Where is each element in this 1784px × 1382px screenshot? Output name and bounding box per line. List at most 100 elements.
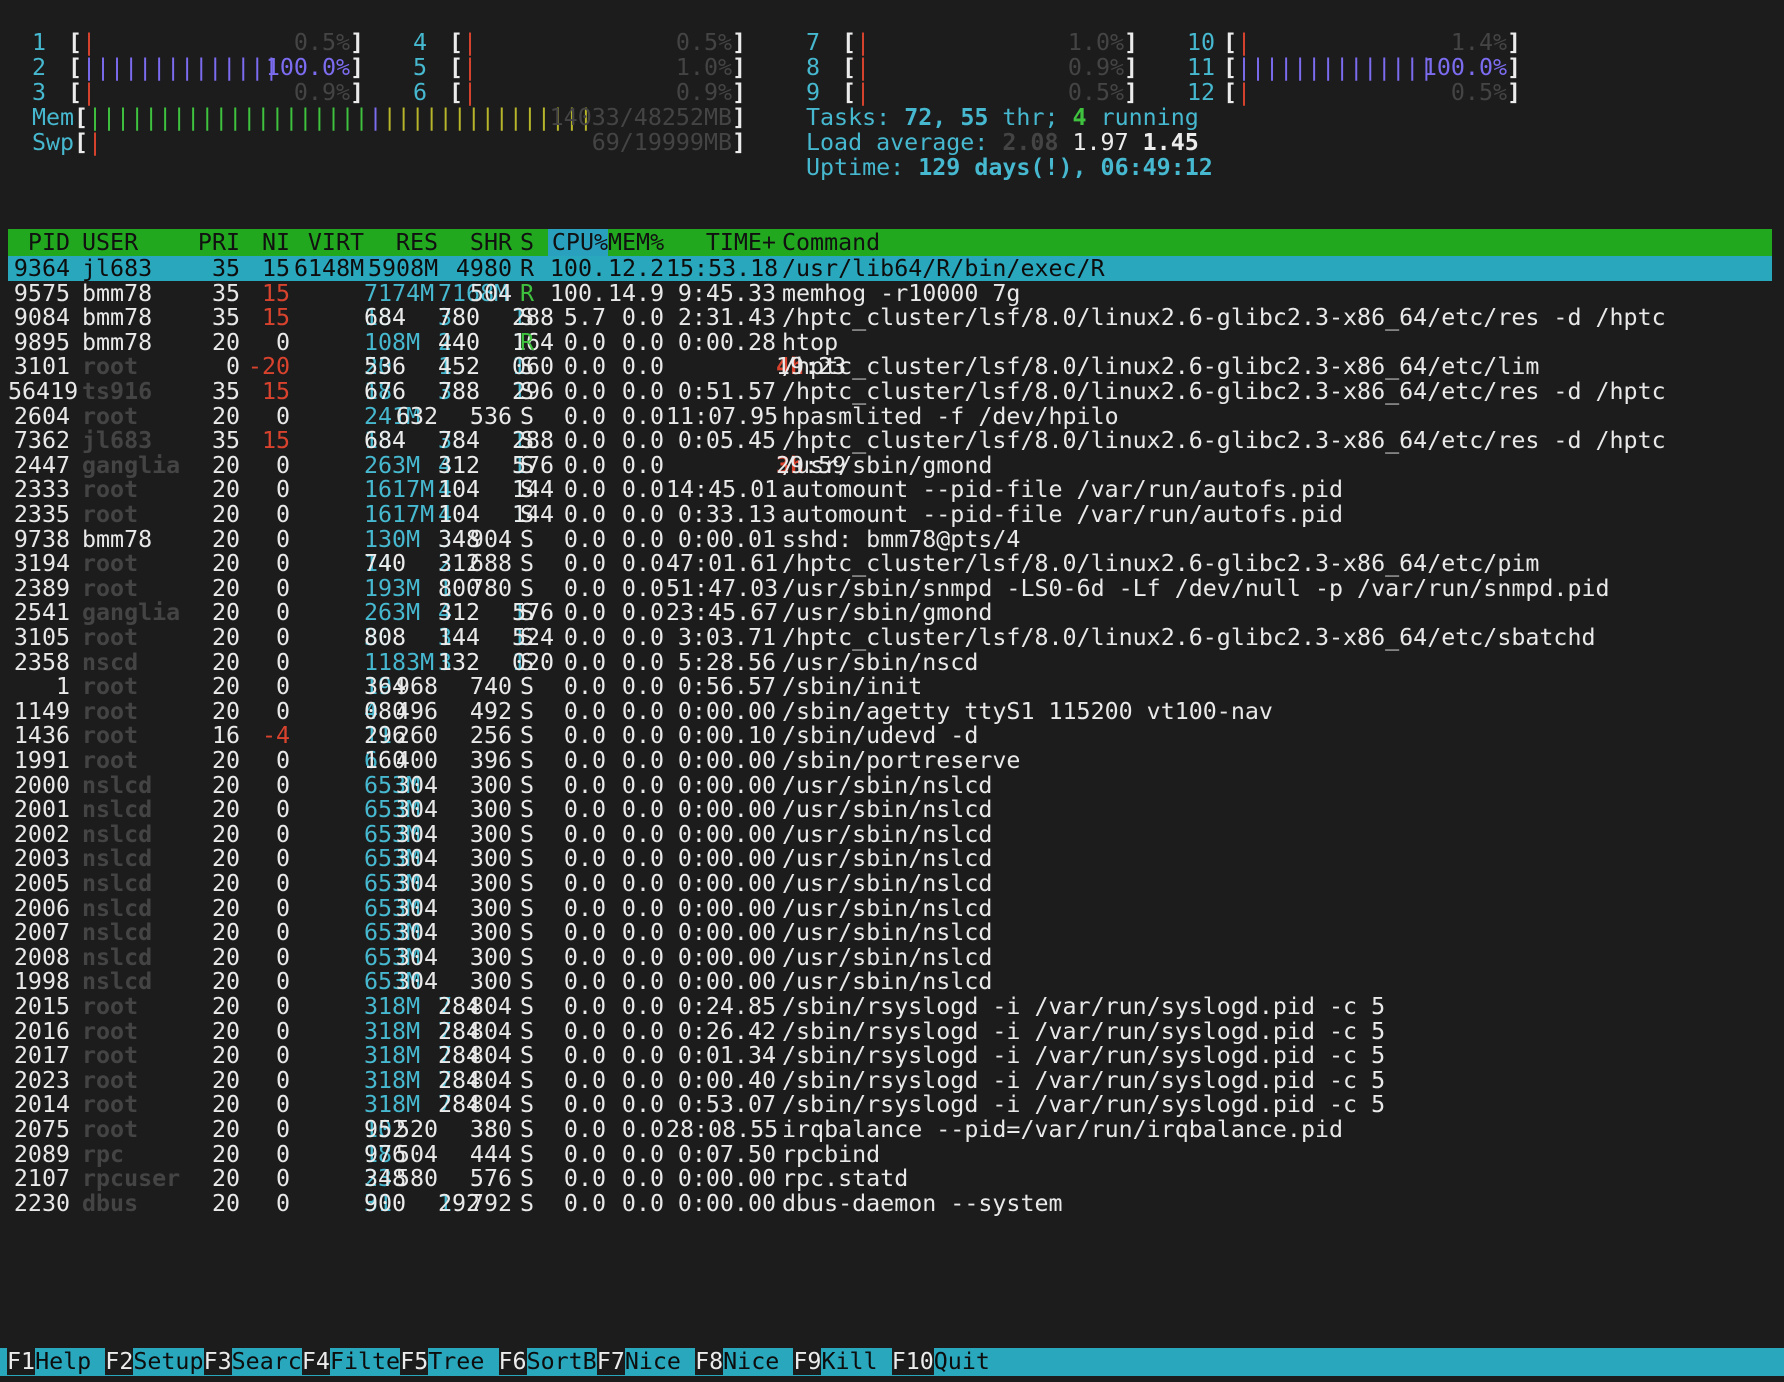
column-command[interactable]: Command <box>782 229 1772 256</box>
fkey-f7[interactable]: F7Nice - <box>596 1348 709 1376</box>
pid-cell: 2541 <box>13 599 70 627</box>
process-row[interactable]: 2017 root 20 0 318M 7 284 804 S 0.0 0.0 0:01.34/sbi… <box>8 1043 1772 1068</box>
process-row[interactable]: 2075 root 20 0 10 952 520 380 S 0.0 0.0 28:08.55 irq… <box>8 1117 1772 1142</box>
pri-cell: 20 <box>211 1140 240 1168</box>
mem-value-mb: 1617M <box>364 476 435 504</box>
cpu-id: 5 <box>413 54 428 81</box>
process-row[interactable]: 1998 nslcd 20 0 653M 304 300 S 0.0 0.0 0:00.00/usr… <box>8 969 1772 994</box>
fkey-f3[interactable]: F3Search <box>203 1348 316 1376</box>
uptime-info: Uptime: 129 days(!), 06:49:12 <box>806 154 1213 182</box>
fkey-f9[interactable]: F9Kill <box>793 1348 905 1376</box>
process-row[interactable]: 3105 root 20 0 30 808 3 144 1 524 S 0.0 0.0 3:03.71/h… <box>8 625 1772 650</box>
res-cell: 632 <box>395 402 438 430</box>
virt-cell: 6148M <box>294 255 365 282</box>
shr-cell: 804 <box>469 1091 512 1119</box>
column-shr[interactable]: SHR <box>442 229 512 256</box>
process-row[interactable]: 2604 root 20 0 241M 632 536 S 0.0 0.0 11:07.95 hpas… <box>8 404 1772 429</box>
process-row[interactable]: 2006 nslcd 20 0 653M 304 300 S 0.0 0.0 0:00.00/usr… <box>8 896 1772 921</box>
pid-cell: 9364 <box>13 255 70 282</box>
fkey-f10[interactable]: F10Quit <box>891 1348 1018 1376</box>
process-row[interactable]: 2447 ganglia 20 0 263M 4 312 1 576 S 0.0 0.0 3h 29:59… <box>8 453 1772 478</box>
cpu-meter-11: 11 [|||||||||||||| 100.0%] <box>1187 54 1521 82</box>
process-row[interactable]: 2389 root 20 0 193M 1 800 780 S 0.0 0.0 51:47.03/us… <box>8 576 1772 601</box>
command-cell: /hptc_cluster/lsf/8.0/linux2.6-glibc2.3-… <box>782 378 1666 405</box>
process-row[interactable]: 2335 root 20 0 1617M 4 104 1 144 S 0.0 0.0 0:33.13 au… <box>8 502 1772 527</box>
process-row[interactable]: 2089 rpc 20 0 18 976 504 444 S 0.0 0.0 0:07.50 rpcbi… <box>8 1142 1772 1167</box>
fkey-f2[interactable]: F2Setup <box>105 1348 217 1376</box>
fkey-f4[interactable]: F4Filter <box>301 1348 414 1376</box>
process-row[interactable]: 9364 jl683 35 15 6148M 5908M 4980 R 100. 12.2 15:5… <box>8 256 1772 281</box>
process-row[interactable]: 2230 dbus 20 0 31 900 1 292 792 S 0.0 0.0 0:00.00 dbu… <box>8 1191 1772 1216</box>
command-cell: /usr/sbin/gmond <box>782 599 993 627</box>
shr-cell: 300 <box>469 796 512 824</box>
mem-cell: 0.0 <box>621 574 664 602</box>
column-ni[interactable]: NI <box>244 229 290 256</box>
process-row[interactable]: 2541 ganglia 20 0 263M 4 312 1 576 S 0.0 0.0 23:45.6… <box>8 600 1772 625</box>
fkey-f6[interactable]: F6SortBy <box>498 1348 611 1376</box>
process-row[interactable]: 2003 nslcd 20 0 653M 304 300 S 0.0 0.0 0:00.00/usr… <box>8 846 1772 871</box>
process-row[interactable]: 3194 root 20 0 14 740 2 312 688 S 0.0 0.0 47:01.61/h… <box>8 551 1772 576</box>
process-row[interactable]: 1 root 20 0 19 364 968 740 S 0.0 0.0 0:56.57/sbin/i… <box>8 674 1772 699</box>
state-cell: S <box>520 673 535 701</box>
process-row[interactable]: 9084 bmm78 35 15 18 684 3 780 1 288 S 5.7 0.0 2:31.43… <box>8 305 1772 330</box>
ni-cell: 15 <box>261 255 290 282</box>
pid-cell: 2075 <box>13 1116 70 1143</box>
process-row[interactable]: 1149 root 20 0 4 080 496 492 S 0.0 0.0 0:00.00/sbin… <box>8 699 1772 724</box>
ni-cell: 0 <box>275 747 290 774</box>
ni-cell: 15 <box>261 279 290 307</box>
fkey-key: F1 <box>7 1348 36 1375</box>
process-row[interactable]: 2016 root 20 0 318M 7 284 804 S 0.0 0.0 0:26.42/sbi… <box>8 1019 1772 1044</box>
command-cell: /sbin/udevd -d <box>782 722 979 750</box>
process-row[interactable]: 56419 ts916 35 15 18 676 3 788 1 296 S 0.0 0.0 0:51.5… <box>8 379 1772 404</box>
cpu-cell: 0.0 <box>563 894 606 922</box>
process-row[interactable]: 2107 rpcuser 20 0 23 348 580 576 S 0.0 0.0 0:00.00 r… <box>8 1166 1772 1191</box>
process-row[interactable]: 1991 root 20 0 6 160 400 396 S 0.0 0.0 0:00.00/sbin… <box>8 748 1772 773</box>
column-s[interactable]: S <box>520 229 540 256</box>
process-row[interactable]: 2333 root 20 0 1617M 4 104 1 144 S 0.0 0.0 14:45.01 a… <box>8 477 1772 502</box>
process-row[interactable]: 2007 nslcd 20 0 653M 304 300 S 0.0 0.0 0:00.00/usr… <box>8 920 1772 945</box>
pri-cell: 20 <box>211 1189 240 1217</box>
process-row[interactable]: 2005 nslcd 20 0 653M 304 300 S 0.0 0.0 0:00.00/usr… <box>8 871 1772 896</box>
fkey-f1[interactable]: F1Help <box>7 1348 119 1376</box>
mem-cell: 0.0 <box>621 501 664 528</box>
process-row[interactable]: 2358 nscd 20 0 1183M 3 132 1 020 S 0.0 0.0 5:28.56/u… <box>8 650 1772 675</box>
pri-cell: 35 <box>211 255 240 282</box>
column-virt[interactable]: VIRT <box>294 229 364 256</box>
column-res[interactable]: RES <box>368 229 438 256</box>
process-row[interactable]: 7362 jl683 35 15 18 684 3 784 1 288 S 0.0 0.0 0:05.45… <box>8 428 1772 453</box>
process-row[interactable]: 2015 root 20 0 318M 7 284 804 S 0.0 0.0 0:24.85/sbi… <box>8 994 1772 1019</box>
load-15: 1.45 <box>1128 129 1199 156</box>
pid-cell: 2333 <box>13 476 70 504</box>
meter-bracket: ] <box>1506 54 1521 81</box>
mem-value-units: 440 <box>438 328 481 356</box>
meter-bracket: ] <box>731 104 746 131</box>
process-row[interactable]: 9738 bmm78 20 0 130M 3 348 904 S 0.0 0.0 0:00.01 ssh… <box>8 527 1772 552</box>
ni-cell: 0 <box>275 845 290 873</box>
column-time[interactable]: TIME+ <box>666 229 776 256</box>
meter-bracket: [ <box>54 29 83 56</box>
mem-cell: 0.0 <box>621 1017 664 1045</box>
ni-cell: 0 <box>275 574 290 602</box>
process-row[interactable]: 2001 nslcd 20 0 653M 304 300 S 0.0 0.0 0:00.00/usr… <box>8 797 1772 822</box>
column-mem[interactable]: MEM% <box>608 229 664 256</box>
column-pid[interactable]: PID <box>8 229 70 256</box>
process-row[interactable]: 9575 bmm78 35 15 7174M 7168M 504 R 100. 14.9 9:45.… <box>8 281 1772 306</box>
time-cell: 0:00.00 <box>677 894 776 922</box>
process-row[interactable]: 2008 nslcd 20 0 653M 304 300 S 0.0 0.0 0:00.00/usr… <box>8 945 1772 970</box>
process-row[interactable]: 2002 nslcd 20 0 653M 304 300 S 0.0 0.0 0:00.00/usr… <box>8 822 1772 847</box>
column-cpu[interactable]: CPU% <box>548 229 608 256</box>
column-user[interactable]: USER <box>82 229 202 256</box>
process-row[interactable]: 1436 root 16 -4 11 296 260 256 S 0.0 0.0 0:00.10/sb… <box>8 723 1772 748</box>
fkey-f5[interactable]: F5Tree <box>400 1348 512 1376</box>
process-row[interactable]: 2014 root 20 0 318M 7 284 804 S 0.0 0.0 0:53.07/sbi… <box>8 1092 1772 1117</box>
time-cell: 23:45.67 <box>666 599 779 627</box>
fkey-key: F2 <box>105 1348 134 1375</box>
process-row[interactable]: 3101 root 0 -20 20 536 1 452 1 060 S 0.0 0.0 4h 19:23/… <box>8 354 1772 379</box>
process-row[interactable]: 2000 nslcd 20 0 653M 304 300 S 0.0 0.0 0:00.00/usr… <box>8 773 1772 798</box>
column-header[interactable]: PID USER PRI NI VIRT RES SHR S CPU% MEM% TIME+ Comm… <box>8 229 1772 256</box>
pri-cell: 0 <box>225 353 240 381</box>
process-row[interactable]: 2023 root 20 0 318M 7 284 804 S 0.0 0.0 0:00.40/sbi… <box>8 1068 1772 1093</box>
column-pri[interactable]: PRI <box>188 229 240 256</box>
process-row[interactable]: 9895 bmm78 20 0 108M 2 440 1 164 R 0.0 0.0 0:00.28 ht… <box>8 330 1772 355</box>
fkey-f8[interactable]: F8Nice + <box>695 1348 807 1376</box>
